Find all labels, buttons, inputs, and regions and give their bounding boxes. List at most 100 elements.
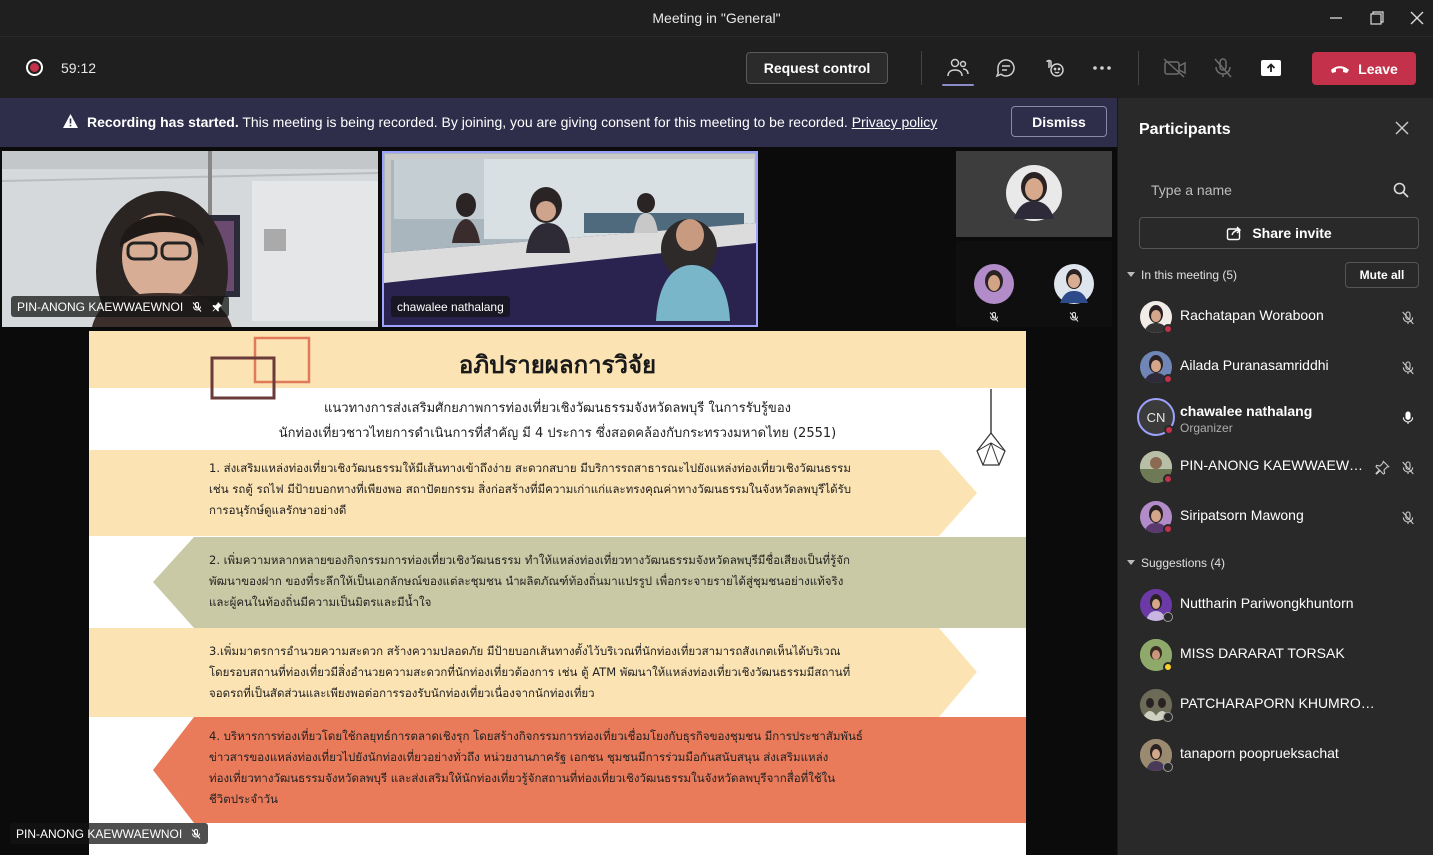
participant-name: chawalee nathalang xyxy=(397,299,504,314)
mic-off-icon xyxy=(191,828,201,839)
slide-title: อภิปรายผลการวิจัย xyxy=(458,351,657,379)
restore-icon[interactable] xyxy=(1364,6,1390,30)
privacy-policy-link[interactable]: Privacy policy xyxy=(852,114,938,130)
request-control-button[interactable]: Request control xyxy=(746,52,888,84)
participant-row[interactable]: CN chawalee nathalang Organizer xyxy=(1118,396,1433,442)
more-options-icon[interactable] xyxy=(1087,53,1117,83)
busy-status-icon xyxy=(1163,474,1173,484)
slide-item-line: เช่น รถตู้ รถไฟ มีป้ายบอกทางที่เพียงพอ ส… xyxy=(209,482,852,496)
participant-name: PIN-ANONG KAEWWAEWNOI xyxy=(17,299,184,314)
pin-icon[interactable] xyxy=(1372,458,1392,478)
dismiss-button[interactable]: Dismiss xyxy=(1011,106,1107,137)
slide-item-line: พัฒนาของฝาก ของที่ระลึกให้เป็นเอกลักษณ์ข… xyxy=(209,574,844,588)
close-icon[interactable] xyxy=(1392,118,1412,138)
slide-item-line: 3.เพิ่มมาตรการอำนวยความสะดวก สร้างความปล… xyxy=(209,644,841,658)
mic-off-icon xyxy=(192,301,202,312)
offline-status-icon xyxy=(1163,612,1173,622)
slide-item-1: 1. ส่งเสริมแหล่งท่องเที่ยวเชิงวัฒนธรรมให… xyxy=(209,458,851,521)
avatar xyxy=(1006,165,1062,221)
slide-item-line: การอนุรักษ์ดูแลรักษาอย่างดี xyxy=(209,503,347,517)
suggestion-name: MISS DARARAT TORSAK xyxy=(1180,645,1345,661)
share-screen-icon[interactable] xyxy=(1256,53,1286,83)
warning-icon xyxy=(63,114,78,128)
video-tile-pin-anong[interactable]: PIN-ANONG KAEWWAEWNOI xyxy=(2,151,378,327)
mic-off-icon xyxy=(1069,312,1079,322)
suggestions-section-header[interactable]: Suggestions (4) xyxy=(1127,556,1225,570)
pin-icon xyxy=(212,301,223,311)
offline-status-icon xyxy=(1163,712,1173,722)
participants-panel: Participants Type a name Share invite In… xyxy=(1117,98,1433,855)
camera-off-icon[interactable] xyxy=(1160,53,1190,83)
banner-message: Recording has started. This meeting is b… xyxy=(87,114,937,130)
suggestion-row[interactable]: Nuttharin Pariwongkhuntorn xyxy=(1118,584,1433,630)
participant-name: Siripatsorn Mawong xyxy=(1180,507,1304,523)
mute-all-button[interactable]: Mute all xyxy=(1345,262,1419,288)
busy-status-icon xyxy=(1164,425,1174,435)
presenter-name: PIN-ANONG KAEWWAEWNOI xyxy=(16,826,183,841)
mic-off-icon[interactable] xyxy=(1398,508,1418,528)
slide-item-3: 3.เพิ่มมาตรการอำนวยความสะดวก สร้างความปล… xyxy=(209,641,850,704)
toolbar-divider xyxy=(1138,51,1139,85)
participant-role: Organizer xyxy=(1180,421,1233,435)
suggestion-name: PATCHARAPORN KHUMROON xyxy=(1180,695,1375,711)
panel-title: Participants xyxy=(1139,121,1231,138)
slide-item-line: ข่าวสารของแหล่งท่องเที่ยวไปยังนักท่องเที… xyxy=(209,750,829,764)
suggestions-label: Suggestions (4) xyxy=(1141,556,1226,570)
avatar-tile-ailada[interactable] xyxy=(956,151,1112,237)
away-status-icon xyxy=(1163,662,1173,672)
share-invite-label: Share invite xyxy=(1252,225,1332,241)
leave-button[interactable]: Leave xyxy=(1312,52,1416,85)
recording-banner: Recording has started. This meeting is b… xyxy=(0,98,1117,147)
meeting-timer: 59:12 xyxy=(61,60,97,76)
banner-bold: Recording has started. xyxy=(87,114,239,130)
phone-hangup-icon xyxy=(1331,65,1350,73)
search-input[interactable]: Type a name xyxy=(1139,176,1419,204)
presenter-name-tag: PIN-ANONG KAEWWAEWNOI xyxy=(10,823,209,844)
toolbar-divider xyxy=(921,51,922,85)
video-tile-chawalee[interactable]: chawalee nathalang xyxy=(382,151,758,327)
participant-name: Rachatapan Woraboon xyxy=(1180,307,1324,323)
busy-status-icon xyxy=(1163,374,1173,384)
suggestion-row[interactable]: MISS DARARAT TORSAK xyxy=(1118,634,1433,680)
mic-on-icon[interactable] xyxy=(1398,408,1418,428)
chevron-down-icon xyxy=(1127,272,1135,277)
participant-row[interactable]: Siripatsorn Mawong xyxy=(1118,496,1433,542)
participants-icon[interactable] xyxy=(943,53,973,83)
participant-name: PIN-ANONG KAEWWAEWN... xyxy=(1180,457,1370,473)
slide-intro-line: นักท่องเที่ยวชาวไทยการดำเนินการที่สำคัญ … xyxy=(278,426,837,441)
mic-off-icon[interactable] xyxy=(1398,308,1418,328)
meeting-toolbar: 59:12 Request control Leave xyxy=(0,37,1433,98)
window-title: Meeting in "General" xyxy=(652,10,781,26)
minimize-icon[interactable] xyxy=(1323,6,1349,30)
name-tag: PIN-ANONG KAEWWAEWNOI xyxy=(11,296,230,317)
mic-off-icon[interactable] xyxy=(1398,358,1418,378)
slide-item-line: ท่องเที่ยวทางวัฒนธรรมจังหวัดลพบุรี และส่… xyxy=(209,771,836,785)
participant-name: Ailada Puranasamriddhi xyxy=(1180,357,1329,373)
mic-off-icon[interactable] xyxy=(1398,458,1418,478)
suggestion-name: tanaporn pooprueksachat xyxy=(1180,745,1339,761)
participant-row[interactable]: PIN-ANONG KAEWWAEWN... xyxy=(1118,446,1433,492)
close-window-icon[interactable] xyxy=(1404,6,1430,30)
participant-name: chawalee nathalang xyxy=(1180,403,1313,419)
slide-item-line: 2. เพิ่มความหลากหลายของกิจกรรมการท่องเที… xyxy=(209,553,850,567)
title-bar: Meeting in "General" xyxy=(0,0,1433,37)
mic-off-icon[interactable] xyxy=(1208,53,1238,83)
avatar-initials: CN xyxy=(1146,409,1166,425)
in-meeting-label: In this meeting (5) xyxy=(1141,268,1238,282)
chat-icon[interactable] xyxy=(991,53,1021,83)
slide-item-line: ชีวิตประจำวัน xyxy=(209,792,278,806)
participant-row[interactable]: Ailada Puranasamriddhi xyxy=(1118,346,1433,392)
chevron-down-icon xyxy=(1127,560,1135,565)
suggestion-row[interactable]: PATCHARAPORN KHUMROON xyxy=(1118,684,1433,730)
avatar xyxy=(974,264,1094,304)
suggestion-row[interactable]: tanaporn pooprueksachat xyxy=(1118,734,1433,780)
shared-presentation-slide: อภิปรายผลการวิจัย แนวทางการส่งเสริมศักยภ… xyxy=(89,331,1026,855)
in-meeting-section-header[interactable]: In this meeting (5) xyxy=(1127,268,1237,282)
participant-row[interactable]: Rachatapan Woraboon xyxy=(1118,296,1433,342)
share-invite-button[interactable]: Share invite xyxy=(1139,217,1419,249)
offline-status-icon xyxy=(1163,762,1173,772)
search-icon[interactable] xyxy=(1393,182,1409,198)
slide-item-line: จอดรถที่เป็นสัดส่วนและเพียงพอต่อการรองรั… xyxy=(209,686,595,700)
reactions-icon[interactable] xyxy=(1039,53,1069,83)
slide-item-line: โดยรอบสถานที่ท่องเที่ยวมีสิ่งอำนวยความสะ… xyxy=(209,665,851,679)
